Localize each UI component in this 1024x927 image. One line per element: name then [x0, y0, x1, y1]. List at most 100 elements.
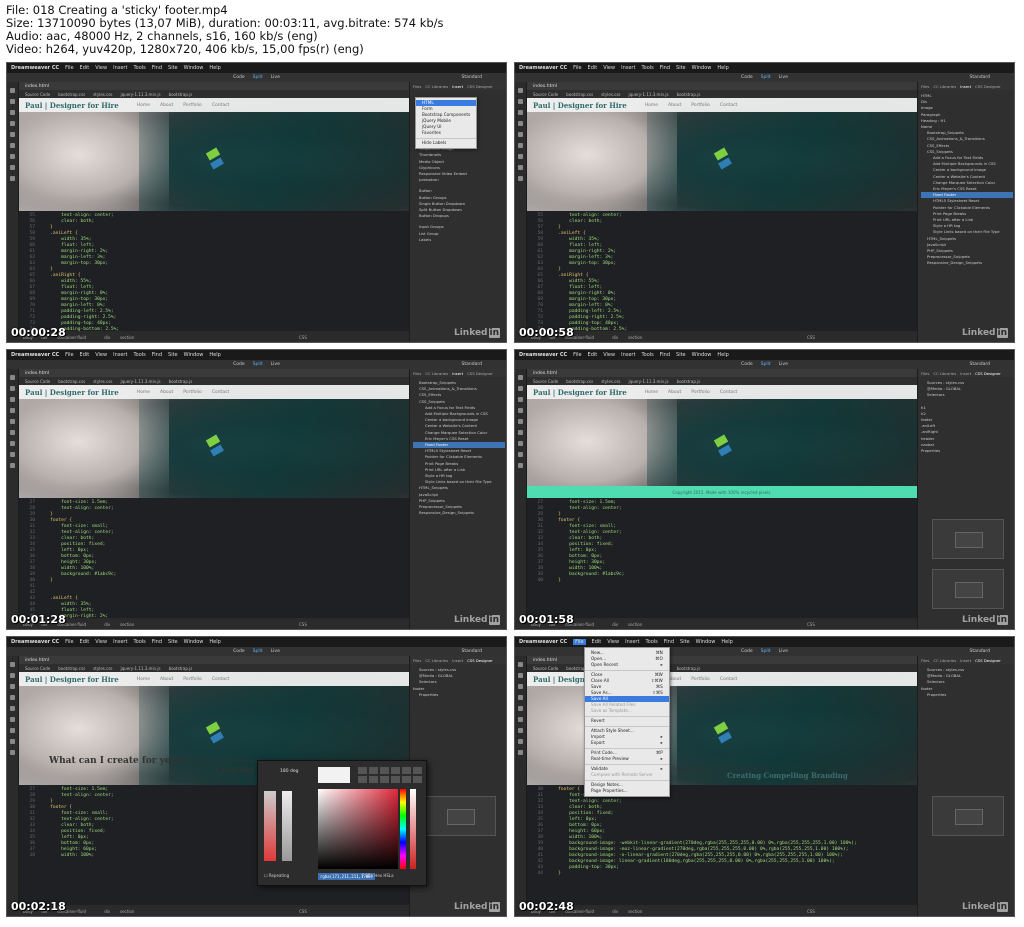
related-file-tab[interactable]: bootstrap.js	[677, 92, 701, 97]
file-menu-item[interactable]: Compare with Remote Server	[585, 772, 669, 778]
menu-file[interactable]: File	[65, 639, 73, 645]
related-file-tab[interactable]: bootstrap.css	[566, 92, 593, 97]
tool-icon[interactable]	[518, 154, 523, 159]
site-title[interactable]: Paul | Designer for Hire	[25, 388, 119, 397]
menu-find[interactable]: Find	[152, 65, 162, 71]
related-file-tab[interactable]: bootstrap.css	[566, 379, 593, 384]
padding-editor[interactable]	[932, 569, 1004, 609]
tool-icon[interactable]	[518, 176, 523, 181]
tool-icon[interactable]	[518, 386, 523, 391]
tool-icon[interactable]	[10, 386, 15, 391]
tool-icon[interactable]	[518, 430, 523, 435]
related-file-tab[interactable]: bootstrap.css	[58, 92, 85, 97]
tool-icon[interactable]	[10, 132, 15, 137]
related-file-tab[interactable]: bootstrap.js	[169, 92, 193, 97]
document-tab[interactable]: index.html	[19, 82, 409, 90]
tool-icon[interactable]	[518, 143, 523, 148]
menu-insert[interactable]: Insert	[113, 352, 127, 358]
menu-site[interactable]: Site	[168, 352, 178, 358]
view-live-button[interactable]: Live	[271, 362, 280, 367]
tool-icon[interactable]	[518, 408, 523, 413]
swatch[interactable]	[402, 767, 411, 774]
panel-tab[interactable]: CSS Designer	[467, 84, 493, 89]
tool-icon[interactable]	[518, 99, 523, 104]
panel-tab[interactable]: Insert	[960, 371, 971, 376]
view-live-button[interactable]: Live	[271, 649, 280, 654]
tag-selector[interactable]: div	[104, 909, 110, 914]
file-menu-item[interactable]: Revert	[585, 718, 669, 724]
document-tab[interactable]: index.html	[527, 369, 917, 377]
code-view[interactable]: 27 font-size: 1.5em; 28 text-align: cente…	[527, 498, 917, 618]
menu-view[interactable]: View	[603, 65, 615, 71]
tag-selector[interactable]: section	[120, 335, 134, 340]
tool-icon[interactable]	[10, 673, 15, 678]
view-code-button[interactable]: Code	[741, 649, 753, 654]
tool-icon[interactable]	[518, 419, 523, 424]
view-code-button[interactable]: Code	[233, 362, 245, 367]
menu-insert[interactable]: Insert	[621, 352, 635, 358]
color-mode-tabs[interactable]: RGBa Hex HSLa	[362, 873, 394, 878]
swatch[interactable]	[380, 776, 389, 783]
related-file-tab[interactable]: bootstrap.js	[169, 379, 193, 384]
snippet-item[interactable]: Responsive_Design_Snippets	[413, 510, 505, 516]
panel-tab[interactable]: CC Libraries	[425, 658, 448, 663]
code-view[interactable]: 55 text-align: center; 56 clear: both; 57 …	[527, 211, 917, 331]
tool-icon[interactable]	[518, 452, 523, 457]
tool-icon[interactable]	[10, 441, 15, 446]
nav-link-portfolio[interactable]: Portfolio	[691, 390, 710, 395]
tool-icon[interactable]	[10, 419, 15, 424]
tool-icon[interactable]	[10, 99, 15, 104]
tool-icon[interactable]	[10, 452, 15, 457]
related-file-tab[interactable]: jquery-1.11.3.min.js	[121, 666, 161, 671]
swatch[interactable]	[369, 767, 378, 774]
related-file-tab[interactable]: jquery-1.11.3.min.js	[121, 92, 161, 97]
nav-link-home[interactable]: Home	[645, 390, 658, 395]
view-live-button[interactable]: Live	[779, 75, 788, 80]
panel-tab[interactable]: CSS Designer	[975, 658, 1001, 663]
tag-selector[interactable]: section	[628, 622, 642, 627]
related-file-tab[interactable]: Source Code	[25, 92, 50, 97]
tag-selector[interactable]: div	[612, 622, 618, 627]
menu-window[interactable]: Window	[184, 639, 204, 645]
panel-tab[interactable]: CSS Designer	[467, 371, 493, 376]
menu-find[interactable]: Find	[152, 352, 162, 358]
tool-icon[interactable]	[10, 684, 15, 689]
workspace-switcher[interactable]: Standard	[970, 362, 990, 367]
insert-item[interactable]: Jumbotron	[413, 177, 505, 183]
menu-view[interactable]: View	[95, 352, 107, 358]
hue-slider[interactable]	[400, 789, 406, 869]
nav-link-portfolio[interactable]: Portfolio	[183, 677, 202, 682]
swatch[interactable]	[402, 776, 411, 783]
related-file-tab[interactable]: styles.css	[601, 379, 620, 384]
related-file-tab[interactable]: bootstrap.js	[677, 379, 701, 384]
menu-view[interactable]: View	[95, 639, 107, 645]
tool-icon[interactable]	[10, 121, 15, 126]
tool-icon[interactable]	[10, 717, 15, 722]
tag-selector[interactable]: section	[120, 622, 134, 627]
menu-file[interactable]: File	[573, 639, 586, 645]
nav-link-home[interactable]: Home	[137, 103, 150, 108]
related-file-tab[interactable]: Source Code	[25, 379, 50, 384]
related-file-tab[interactable]: jquery-1.11.3.min.js	[629, 379, 669, 384]
panel-tab[interactable]: Insert	[452, 371, 463, 376]
panel-tab[interactable]: CC Libraries	[425, 84, 448, 89]
tool-icon[interactable]	[10, 463, 15, 468]
menu-window[interactable]: Window	[692, 352, 712, 358]
tool-icon[interactable]	[518, 706, 523, 711]
menu-site[interactable]: Site	[168, 639, 178, 645]
view-live-button[interactable]: Live	[271, 75, 280, 80]
view-code-button[interactable]: Code	[741, 75, 753, 80]
menu-tools[interactable]: Tools	[133, 639, 145, 645]
menu-help[interactable]: Help	[721, 639, 732, 645]
tool-icon[interactable]	[518, 739, 523, 744]
tag-selector[interactable]: div	[612, 335, 618, 340]
nav-link-contact[interactable]: Contact	[212, 677, 230, 682]
nav-link-about[interactable]: About	[668, 677, 681, 682]
menu-window[interactable]: Window	[696, 639, 716, 645]
insert-item[interactable]: Labels	[413, 237, 505, 243]
workspace-switcher[interactable]: Standard	[970, 75, 990, 80]
related-file-tab[interactable]: Source Code	[533, 379, 558, 384]
site-title[interactable]: Paul | Designer for Hire	[25, 101, 119, 110]
css-designer-item[interactable]: Properties	[921, 692, 1013, 698]
code-view[interactable]: 55 text-align: center; 56 clear: both; 57 …	[19, 211, 409, 331]
